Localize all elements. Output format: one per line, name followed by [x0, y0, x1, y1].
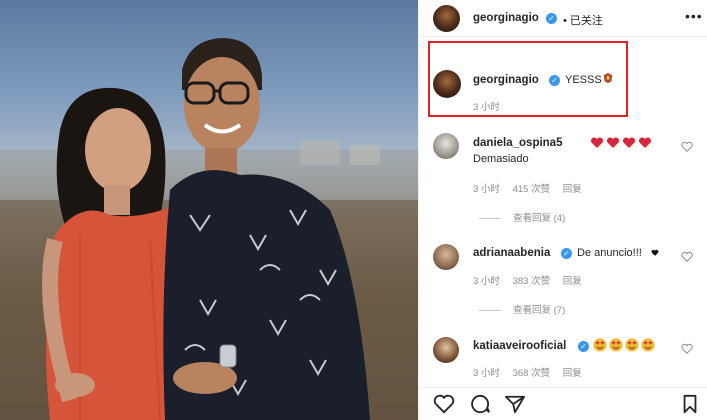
comment-meta: 3 小时 415 次赞 回复	[473, 181, 592, 195]
commenter-avatar[interactable]	[433, 337, 459, 363]
heart-icon[interactable]	[433, 394, 455, 414]
post-header: georginagio ✓ • 已关注 •••	[419, 0, 707, 37]
post-photo[interactable]	[0, 0, 418, 420]
divider-line	[479, 309, 501, 311]
comment-text: De anuncio!!!	[577, 247, 642, 259]
commenter-avatar[interactable]	[433, 244, 459, 270]
heart-eyes-emojis	[593, 338, 655, 352]
bookmark-icon[interactable]	[681, 394, 699, 414]
comment-likes[interactable]: 415 次赞	[513, 184, 551, 195]
like-comment-heart-icon[interactable]	[681, 141, 693, 153]
football-emoji-icon	[603, 72, 613, 84]
comment-username[interactable]: adrianaabenia	[473, 247, 550, 259]
share-icon[interactable]	[504, 394, 526, 414]
red-heart-emoji-icon	[590, 137, 604, 148]
post-action-bar	[419, 387, 707, 420]
verified-badge-icon: ✓	[549, 75, 560, 86]
verified-badge-icon: ✓	[546, 13, 557, 24]
heart-eyes-emoji-icon	[625, 338, 639, 352]
follow-status[interactable]: • 已关注	[563, 12, 603, 28]
heart-eyes-emoji-icon	[609, 338, 623, 352]
reply-button[interactable]: 回复	[563, 368, 582, 379]
author-avatar[interactable]	[433, 5, 460, 32]
comment-likes[interactable]: 383 次赞	[513, 276, 551, 287]
heart-eyes-emoji-icon	[593, 338, 607, 352]
like-comment-heart-icon[interactable]	[681, 251, 693, 263]
red-heart-emoji-icon	[638, 137, 652, 148]
comment-likes[interactable]: 368 次赞	[513, 368, 551, 379]
red-heart-emoji-icon	[622, 137, 636, 148]
author-username[interactable]: georginagio	[473, 12, 539, 24]
comment-username[interactable]: daniela_ospina5	[473, 137, 562, 149]
heart-emojis	[590, 137, 652, 149]
caption-avatar[interactable]	[433, 70, 461, 98]
comments-panel: georginagio ✓ • 已关注 ••• georginagio ✓ YE…	[418, 0, 707, 420]
comment-meta: 3 小时 383 次赞 回复	[473, 273, 592, 287]
comment-username[interactable]: katiaaveirooficial	[473, 340, 566, 352]
view-replies-link[interactable]: 查看回复 (4)	[479, 210, 565, 224]
comment-meta: 3 小时 368 次赞 回复	[473, 365, 592, 379]
post-image	[0, 38, 418, 420]
verified-badge-icon: ✓	[578, 341, 589, 352]
view-replies-label[interactable]: 查看回复 (4)	[513, 213, 565, 224]
view-replies-label[interactable]: 查看回复 (7)	[513, 305, 565, 316]
comment-time: 3 小时	[473, 184, 500, 195]
comment-text: Demasiado	[473, 153, 529, 165]
reply-button[interactable]: 回复	[563, 184, 582, 195]
reply-button[interactable]: 回复	[563, 276, 582, 287]
comment-time: 3 小时	[473, 276, 500, 287]
caption-time: 3 小时	[473, 102, 500, 113]
caption-username[interactable]: georginagio	[473, 74, 539, 86]
comment-icon[interactable]	[469, 394, 491, 414]
heart-eyes-emoji-icon	[641, 338, 655, 352]
verified-badge-icon: ✓	[561, 248, 572, 259]
view-replies-link[interactable]: 查看回复 (7)	[479, 302, 565, 316]
commenter-avatar[interactable]	[433, 133, 459, 159]
more-options-icon[interactable]: •••	[685, 8, 703, 24]
divider-line	[479, 217, 501, 219]
red-heart-emoji-icon	[606, 137, 620, 148]
like-comment-heart-icon[interactable]	[681, 343, 693, 355]
comment-time: 3 小时	[473, 368, 500, 379]
black-heart-emoji-icon	[651, 249, 659, 256]
caption-text: YESSS	[565, 74, 602, 86]
